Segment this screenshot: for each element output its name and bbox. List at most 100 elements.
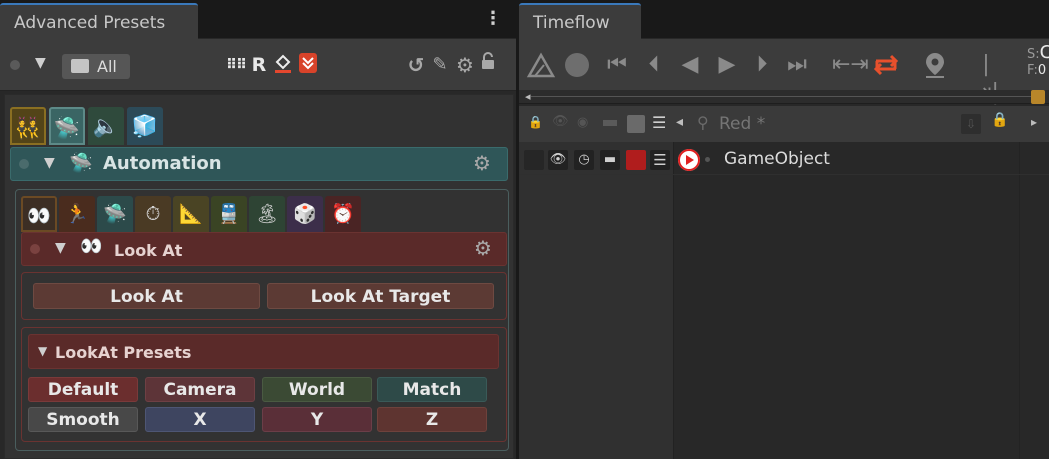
- sliders-icon[interactable]: ☰: [652, 113, 666, 132]
- skip-to-end-icon[interactable]: ⏭: [785, 51, 809, 79]
- time-ruler[interactable]: ◂: [519, 90, 1049, 104]
- look-at-target-button[interactable]: Look At Target: [267, 283, 494, 309]
- inner-tab-train[interactable]: 🚆: [211, 196, 247, 232]
- play-track-icon[interactable]: [678, 149, 700, 171]
- folder-filter-button[interactable]: All: [62, 54, 130, 79]
- play-backward-icon[interactable]: ◀: [676, 51, 704, 79]
- lookat-presets-group: ▼ LookAt Presets Default Camera World Ma…: [21, 327, 507, 442]
- category-tab-objects[interactable]: 🧊: [127, 107, 163, 145]
- automation-header[interactable]: ▼ 🛸 Automation ⚙: [10, 147, 508, 181]
- inner-tab-timer[interactable]: ⏱: [135, 196, 171, 232]
- eyes-icon: 👀: [80, 236, 103, 257]
- timer-icon[interactable]: ◷: [574, 150, 594, 170]
- eye-icon[interactable]: 👁: [552, 114, 569, 129]
- gear-icon[interactable]: ⚙: [454, 52, 476, 78]
- color-swatch-icon[interactable]: [627, 115, 645, 133]
- automation-body: 👀 🏃 🛸 ⏱ 📐 🚆 🏝 🎲 ⏰ ▼ 👀 Look At ⚙ Look At …: [15, 189, 509, 451]
- panel-menu-icon[interactable]: ⋮: [484, 9, 502, 29]
- category-tab-audio[interactable]: 🔈: [88, 107, 124, 145]
- preset-default-button[interactable]: Default: [28, 377, 138, 402]
- tab-timeflow[interactable]: Timeflow: [519, 3, 641, 39]
- train-icon: 🚆: [217, 203, 241, 225]
- collapse-toggle-icon[interactable]: ▼: [44, 155, 55, 171]
- track-list: [519, 142, 674, 459]
- preset-match-button[interactable]: Match: [377, 377, 487, 402]
- inner-tab-look[interactable]: 👀: [21, 196, 57, 232]
- look-at-header[interactable]: ▼ 👀 Look At ⚙: [21, 232, 507, 266]
- presets-toolbar: ▼ All ⠿⠿ R ↺ ✎ ⚙: [0, 39, 516, 91]
- eyes-icon: 👀: [27, 205, 51, 227]
- inner-tab-dice[interactable]: 🎲: [287, 196, 323, 232]
- sliders-icon[interactable]: ☰: [650, 150, 670, 170]
- refresh-icon[interactable]: ↺: [406, 52, 426, 78]
- bar-icon[interactable]: [603, 120, 617, 126]
- category-tab-people[interactable]: 👯: [10, 107, 46, 145]
- loop-icon[interactable]: [871, 51, 901, 79]
- preset-world-button[interactable]: World: [262, 377, 372, 402]
- frame-readout: S:C F:0: [1027, 42, 1049, 79]
- fill-icon[interactable]: [273, 52, 293, 78]
- lock-icon[interactable]: [480, 52, 496, 78]
- record-icon[interactable]: [563, 51, 591, 79]
- pencil-icon[interactable]: ✎: [430, 52, 450, 78]
- location-pin-icon[interactable]: [921, 51, 949, 79]
- track-divider: [1019, 142, 1020, 459]
- bar-icon[interactable]: ▬: [600, 150, 620, 170]
- collapse-all-icon[interactable]: ⇩: [961, 114, 981, 134]
- gear-icon[interactable]: ⚙: [473, 151, 491, 175]
- next-frame-icon[interactable]: ⏵: [748, 51, 776, 79]
- collapse-toggle-icon[interactable]: ▼: [38, 344, 47, 358]
- fit-range-icon[interactable]: ⇤⇥: [832, 51, 869, 79]
- category-tab-automation[interactable]: 🛸: [49, 107, 85, 145]
- inner-tab-ufo[interactable]: 🛸: [97, 196, 133, 232]
- chevron-left-icon[interactable]: ◂: [676, 114, 683, 130]
- tab-advanced-presets[interactable]: Advanced Presets: [0, 3, 198, 39]
- look-at-button[interactable]: Look At: [33, 283, 260, 309]
- search-icon: ⚲: [697, 113, 709, 132]
- inner-tab-run[interactable]: 🏃: [59, 196, 95, 232]
- status-dot: [10, 60, 20, 70]
- preset-smooth-button[interactable]: Smooth: [28, 407, 138, 432]
- s-label: S:: [1027, 47, 1040, 62]
- lookat-presets-header[interactable]: ▼ LookAt Presets: [28, 334, 499, 369]
- track-search-input[interactable]: [719, 112, 949, 136]
- collapse-toggle-icon[interactable]: ▼: [55, 240, 66, 256]
- skip-to-start-icon[interactable]: ⏮: [605, 51, 629, 79]
- gear-icon[interactable]: ⚙: [474, 236, 492, 260]
- inner-tab-ruler[interactable]: 📐: [173, 196, 209, 232]
- r-icon[interactable]: R: [250, 52, 268, 78]
- playhead-handle[interactable]: [1031, 90, 1045, 104]
- preset-z-button[interactable]: Z: [377, 407, 487, 432]
- look-at-title: Look At: [114, 241, 183, 260]
- triangle-ruler-icon: 📐: [179, 203, 203, 225]
- preset-x-button[interactable]: X: [145, 407, 255, 432]
- timer-icon[interactable]: ◉: [577, 115, 588, 130]
- snap-triangle-icon[interactable]: [526, 51, 556, 79]
- preset-y-button[interactable]: Y: [262, 407, 372, 432]
- lock-icon[interactable]: 🔒: [528, 115, 543, 129]
- previous-frame-icon[interactable]: ⏴: [640, 51, 668, 79]
- grid-icon[interactable]: ⠿⠿: [226, 52, 247, 78]
- timeflow-toolbar: ⏮ ⏴ ◀ ▶ ⏵ ⏭ ⇤⇥ |⇥| S:C F:0: [519, 39, 1049, 105]
- row-lock-icon[interactable]: [524, 150, 544, 170]
- cube-icon: 🧊: [131, 114, 159, 138]
- track-filter-bar: 🔒 👁 ◉ ☰ ◂ ⚲ ⇩ 🔒 ▸: [519, 106, 1049, 142]
- island-icon: 🏝: [254, 203, 280, 225]
- track-row[interactable]: 👁 ◷ ▬ ☰ GameObject: [519, 145, 1049, 175]
- ruler-left-arrow-icon[interactable]: ◂: [525, 90, 531, 104]
- eye-icon[interactable]: 👁: [548, 150, 568, 170]
- folder-filter-label: All: [97, 57, 117, 76]
- arrow-down-icon[interactable]: [298, 52, 318, 78]
- inner-tab-alarm[interactable]: ⏰: [325, 196, 361, 232]
- dice-icon: 🎲: [293, 203, 317, 225]
- collapse-toggle-icon[interactable]: ▼: [35, 55, 46, 71]
- preset-camera-button[interactable]: Camera: [145, 377, 255, 402]
- runner-icon: 🏃: [65, 203, 89, 225]
- jump-to-end-icon[interactable]: |⇥|: [970, 51, 1002, 105]
- play-icon[interactable]: ▶: [713, 51, 741, 79]
- red-color-swatch[interactable]: [626, 150, 646, 170]
- s-value: C: [1039, 42, 1049, 63]
- chevron-right-icon[interactable]: ▸: [1031, 115, 1037, 129]
- lock-all-icon[interactable]: 🔒: [991, 112, 1008, 128]
- inner-tab-island[interactable]: 🏝: [249, 196, 285, 232]
